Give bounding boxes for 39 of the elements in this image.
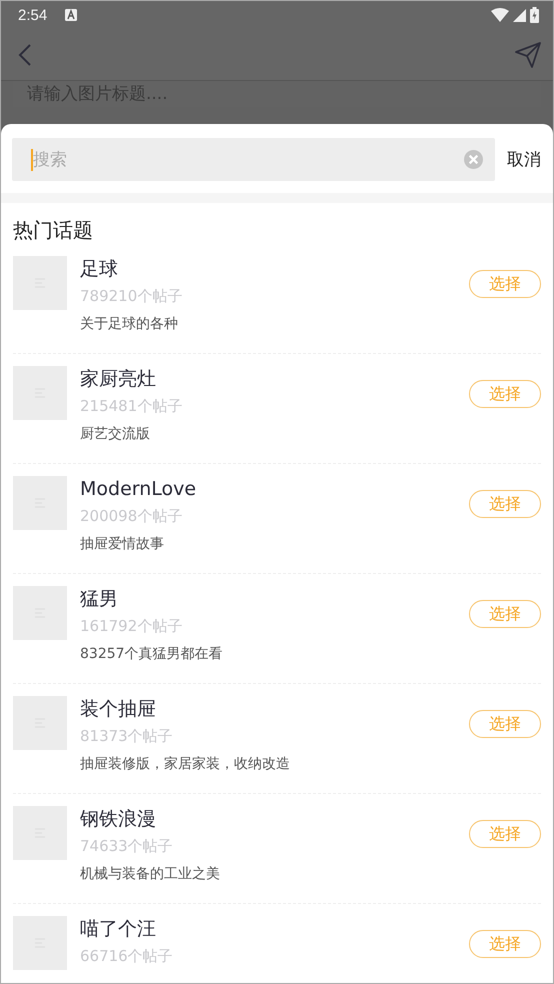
topic-description: 抽屉爱情故事 [80, 535, 165, 554]
select-button[interactable]: 选择 [469, 820, 541, 848]
topic-thumbnail [13, 586, 67, 640]
clear-icon[interactable] [464, 150, 483, 169]
search-input[interactable]: 搜索 [33, 150, 464, 170]
select-button[interactable]: 选择 [469, 380, 541, 408]
battery-icon [530, 7, 539, 23]
topic-thumbnail [13, 806, 67, 860]
topic-description: 机械与装备的工业之美 [80, 865, 221, 884]
topic-description: 83257个真猛男都在看 [80, 645, 224, 664]
topic-description: 厨艺交流版 [80, 425, 151, 444]
select-button[interactable]: 选择 [469, 710, 541, 738]
topic-name: 喵了个汪 [80, 917, 157, 942]
topic-thumbnail [13, 476, 67, 530]
select-button[interactable]: 选择 [469, 270, 541, 298]
section-title: 热门话题 [12, 217, 94, 244]
topic-thumbnail [13, 256, 67, 310]
topic-name: 猛男 [80, 587, 119, 612]
send-icon[interactable] [515, 42, 541, 68]
select-button[interactable]: 选择 [469, 490, 541, 518]
signal-icon [513, 8, 526, 22]
topic-description: 关于足球的各种 [80, 315, 179, 334]
cancel-button[interactable]: 取消 [507, 148, 541, 171]
select-button[interactable]: 选择 [469, 600, 541, 628]
topic-thumbnail [13, 916, 67, 970]
topic-name: ModernLove [80, 477, 198, 502]
search-field[interactable]: 搜索 [12, 138, 495, 181]
wifi-icon [491, 8, 509, 22]
back-icon[interactable] [18, 44, 32, 66]
topic-name: 足球 [80, 257, 119, 282]
topic-name: 装个抽屉 [80, 697, 157, 722]
select-button[interactable]: 选择 [469, 930, 541, 958]
notification-icon [65, 9, 78, 21]
topic-thumbnail [13, 366, 67, 420]
topic-description: 抽屉装修版，家居家装，收纳改造 [80, 755, 291, 774]
topic-thumbnail [13, 696, 67, 750]
topic-name: 钢铁浪漫 [80, 807, 157, 832]
topic-name: 家厨亮灶 [80, 367, 157, 392]
status-time: 2:54 [18, 6, 48, 24]
